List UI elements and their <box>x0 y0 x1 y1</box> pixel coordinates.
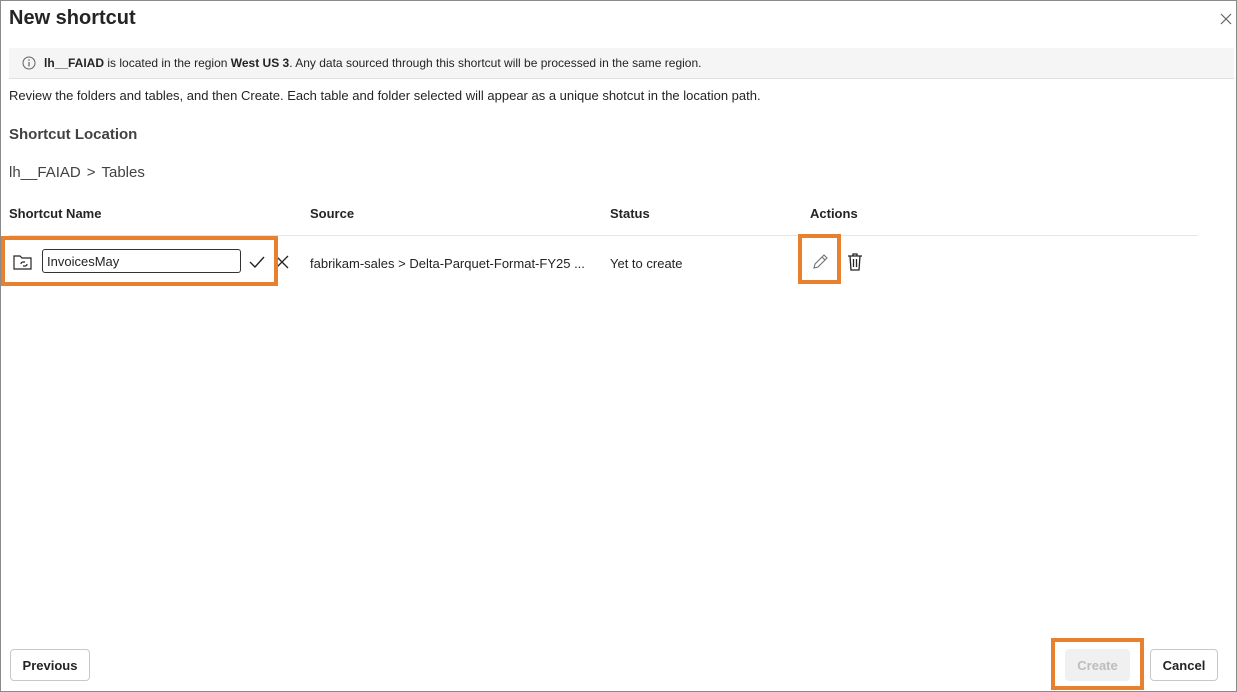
highlight-edit-action <box>798 234 841 284</box>
info-icon <box>22 56 36 70</box>
breadcrumb-leaf: Tables <box>101 164 145 181</box>
shortcut-location-title: Shortcut Location <box>9 126 138 143</box>
previous-button[interactable]: Previous <box>10 649 90 681</box>
dialog-description: Review the folders and tables, and then … <box>9 88 761 103</box>
info-text: lh__FAIAD is located in the region West … <box>44 56 701 70</box>
close-icon[interactable] <box>1217 10 1235 28</box>
info-text-part2: . Any data sourced through this shortcut… <box>289 56 702 70</box>
highlight-create-button <box>1051 638 1144 690</box>
info-region: West US 3 <box>230 56 290 70</box>
source-cell: fabrikam-sales > Delta-Parquet-Format-FY… <box>310 256 585 271</box>
column-header-actions: Actions <box>810 206 858 221</box>
column-header-shortcut-name: Shortcut Name <box>9 206 102 221</box>
breadcrumb-root: lh__FAIAD <box>9 164 81 181</box>
column-header-status: Status <box>610 206 650 221</box>
status-cell: Yet to create <box>610 256 683 271</box>
column-header-source: Source <box>310 206 355 221</box>
cancel-button[interactable]: Cancel <box>1150 649 1218 681</box>
breadcrumb: lh__FAIAD > Tables <box>9 164 145 181</box>
highlight-shortcut-name <box>1 236 278 286</box>
trash-icon[interactable] <box>845 251 865 273</box>
info-lakehouse-name: lh__FAIAD <box>44 56 105 70</box>
region-info-bar: lh__FAIAD is located in the region West … <box>9 48 1234 79</box>
dialog-title: New shortcut <box>9 7 136 29</box>
breadcrumb-separator: > <box>86 164 96 181</box>
new-shortcut-dialog: New shortcut lh__FAIAD is located in the… <box>0 0 1237 692</box>
info-text-part1: is located in the region <box>104 56 231 70</box>
